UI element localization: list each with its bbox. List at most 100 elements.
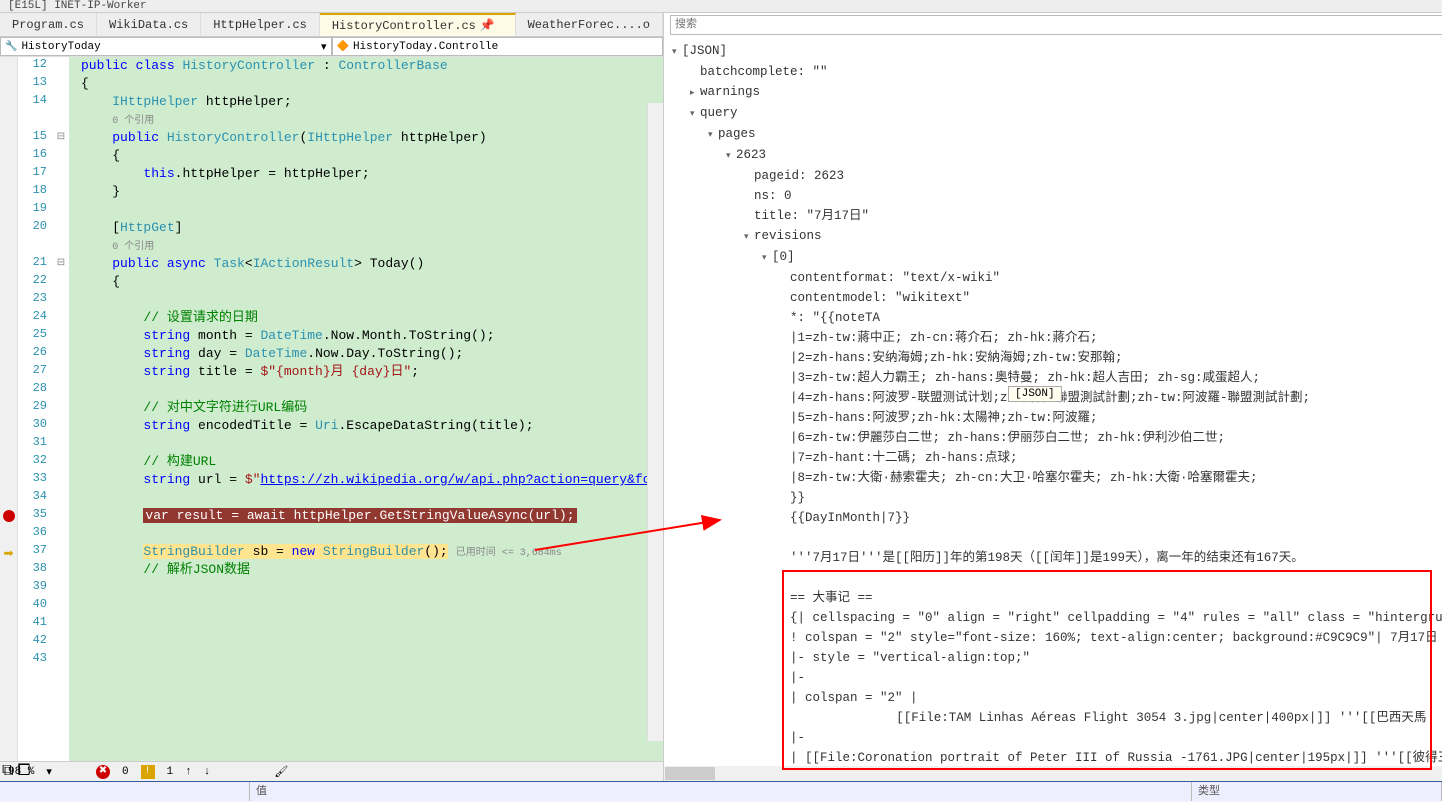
vertical-scrollbar[interactable] <box>647 103 663 741</box>
json-node[interactable]: |1=zh-tw:蔣中正; zh-cn:蒋介石; zh-hk:蔣介石; <box>672 328 1442 348</box>
code-line[interactable] <box>69 525 663 543</box>
json-node[interactable]: |6=zh-tw:伊麗莎白二世; zh-hans:伊丽莎白二世; zh-hk:伊… <box>672 428 1442 448</box>
code-line[interactable]: // 对中文字符进行URL编码 <box>69 399 663 417</box>
warning-icon[interactable]: ! <box>141 765 155 779</box>
json-node[interactable]: |- style = "vertical-align:top;" <box>672 648 1442 668</box>
dock-tab-icon[interactable]: ⧉ <box>2 762 13 780</box>
scope-combo-left[interactable]: 🔧 HistoryToday ▾ <box>0 37 332 56</box>
json-node[interactable]: ! colspan = "2" style="font-size: 160%; … <box>672 628 1442 648</box>
json-node[interactable]: ns: 0 <box>672 186 1442 206</box>
tooltip: [JSON] <box>1008 386 1062 402</box>
warning-count: 1 <box>167 766 174 778</box>
scope-combo-right[interactable]: 🔶 HistoryToday.Controlle <box>332 37 664 56</box>
code-line[interactable] <box>69 201 663 219</box>
json-node[interactable]: title: "7月17日" <box>672 206 1442 226</box>
brush-icon[interactable]: 🖌 <box>274 765 288 779</box>
code-line[interactable] <box>69 381 663 399</box>
json-node[interactable]: batchcomplete: "" <box>672 62 1442 82</box>
code-line[interactable]: string encodedTitle = Uri.EscapeDataStri… <box>69 417 663 435</box>
scope-left-text: HistoryToday <box>21 41 100 53</box>
json-node[interactable] <box>672 528 1442 548</box>
search-input[interactable] <box>670 15 1442 35</box>
json-node[interactable]: }} <box>672 488 1442 508</box>
json-node[interactable]: | colspan = "2" | [[File:TAM Linhas Aére… <box>672 688 1442 728</box>
code-line[interactable]: StringBuilder sb = new StringBuilder();已… <box>69 543 663 561</box>
code-line[interactable]: string url = $"https://zh.wikipedia.org/… <box>69 471 663 489</box>
footer-value-col[interactable]: 值 <box>250 782 1192 801</box>
code-line[interactable]: string month = DateTime.Now.Month.ToStri… <box>69 327 663 345</box>
json-node[interactable]: ▾pages <box>672 124 1442 145</box>
code-line[interactable] <box>69 651 663 669</box>
code-line[interactable]: this.httpHelper = httpHelper; <box>69 165 663 183</box>
json-node[interactable]: *: "{{noteTA <box>672 308 1442 328</box>
tab-httphelper-cs[interactable]: HttpHelper.cs <box>201 13 320 36</box>
fold-margin[interactable]: ⊟⊟ <box>53 57 69 761</box>
json-node[interactable]: == 大事记 == <box>672 588 1442 608</box>
code-line[interactable]: public HistoryController(IHttpHelper htt… <box>69 129 663 147</box>
json-node[interactable]: ▾query <box>672 103 1442 124</box>
tab-historycontroller-cs[interactable]: HistoryController.cs📌✕ <box>320 13 516 36</box>
dock-tabs[interactable]: ⧉ ⧠ <box>2 762 30 780</box>
code-line[interactable]: { <box>69 147 663 165</box>
code-line[interactable] <box>69 291 663 309</box>
code-line[interactable] <box>69 615 663 633</box>
code-area[interactable]: public class HistoryController : Control… <box>69 57 663 761</box>
breakpoint-dot[interactable] <box>3 510 15 522</box>
nav-up[interactable]: ↑ <box>185 766 192 778</box>
json-node[interactable]: |2=zh-hans:安纳海姆;zh-hk:安納海姆;zh-tw:安那翰; <box>672 348 1442 368</box>
code-line[interactable]: 0 个引用 <box>69 237 663 255</box>
json-node[interactable]: | [[File:Coronation portrait of Peter II… <box>672 748 1442 766</box>
code-line[interactable] <box>69 579 663 597</box>
json-node[interactable]: {| cellspacing = "0" align = "right" cel… <box>672 608 1442 628</box>
code-line[interactable]: // 解析JSON数据 <box>69 561 663 579</box>
breakpoint-margin[interactable]: ➡ <box>0 57 18 761</box>
tab-weatherforec-o[interactable]: WeatherForec....o <box>516 13 663 36</box>
code-line[interactable]: public class HistoryController : Control… <box>69 57 663 75</box>
json-node[interactable]: contentformat: "text/x-wiki" <box>672 268 1442 288</box>
json-node[interactable]: ▾revisions <box>672 226 1442 247</box>
code-line[interactable]: string title = $"{month}月 {day}日"; <box>69 363 663 381</box>
code-line[interactable] <box>69 435 663 453</box>
code-line[interactable]: public async Task<IActionResult> Today() <box>69 255 663 273</box>
error-count: 0 <box>122 766 129 778</box>
json-node[interactable]: |5=zh-hans:阿波罗;zh-hk:太陽神;zh-tw:阿波羅; <box>672 408 1442 428</box>
code-line[interactable]: { <box>69 273 663 291</box>
json-node[interactable]: |- <box>672 728 1442 748</box>
code-line[interactable]: } <box>69 183 663 201</box>
code-line[interactable]: // 构建URL <box>69 453 663 471</box>
process-label: [E15L] INET-IP-Worker <box>8 0 147 12</box>
code-line[interactable]: [HttpGet] <box>69 219 663 237</box>
code-line[interactable] <box>69 489 663 507</box>
code-line[interactable]: 0 个引用 <box>69 111 663 129</box>
code-line[interactable]: var result = await httpHelper.GetStringV… <box>69 507 663 525</box>
tab-program-cs[interactable]: Program.cs <box>0 13 97 36</box>
json-node[interactable]: |8=zh-tw:大衛·赫索霍夫; zh-cn:大卫·哈塞尔霍夫; zh-hk:… <box>672 468 1442 488</box>
footer-name-col[interactable] <box>0 782 250 801</box>
code-line[interactable]: { <box>69 75 663 93</box>
horizontal-scrollbar[interactable] <box>664 766 1442 781</box>
json-node[interactable]: {{DayInMonth|7}} <box>672 508 1442 528</box>
json-node[interactable]: ▾[0] <box>672 247 1442 268</box>
json-node[interactable]: |7=zh-hant:十二碼; zh-hans:点球; <box>672 448 1442 468</box>
code-line[interactable] <box>69 597 663 615</box>
tab-wikidata-cs[interactable]: WikiData.cs <box>97 13 201 36</box>
json-node[interactable]: ▸warnings <box>672 82 1442 103</box>
nav-down[interactable]: ↓ <box>204 766 211 778</box>
footer-type-col[interactable]: 类型 <box>1192 782 1442 801</box>
watch-window-header: 值 类型 <box>0 781 1442 801</box>
error-icon[interactable]: ✖ <box>96 765 110 779</box>
json-node[interactable]: contentmodel: "wikitext" <box>672 288 1442 308</box>
json-node[interactable]: ▾[JSON] <box>672 41 1442 62</box>
code-line[interactable] <box>69 633 663 651</box>
json-node[interactable]: ▾2623 <box>672 145 1442 166</box>
dock-tab-icon[interactable]: ⧠ <box>17 762 30 780</box>
tab-bar: Program.csWikiData.csHttpHelper.csHistor… <box>0 13 663 37</box>
json-node[interactable] <box>672 568 1442 588</box>
code-line[interactable]: IHttpHelper httpHelper; <box>69 93 663 111</box>
json-node[interactable]: |- <box>672 668 1442 688</box>
json-node[interactable]: |3=zh-tw:超人力霸王; zh-hans:奥特曼; zh-hk:超人吉田;… <box>672 368 1442 388</box>
json-node[interactable]: '''7月17日'''是[[阳历]]年的第198天（[[闰年]]是199天），离… <box>672 548 1442 568</box>
code-line[interactable]: string day = DateTime.Now.Day.ToString()… <box>69 345 663 363</box>
json-node[interactable]: pageid: 2623 <box>672 166 1442 186</box>
code-line[interactable]: // 设置请求的日期 <box>69 309 663 327</box>
